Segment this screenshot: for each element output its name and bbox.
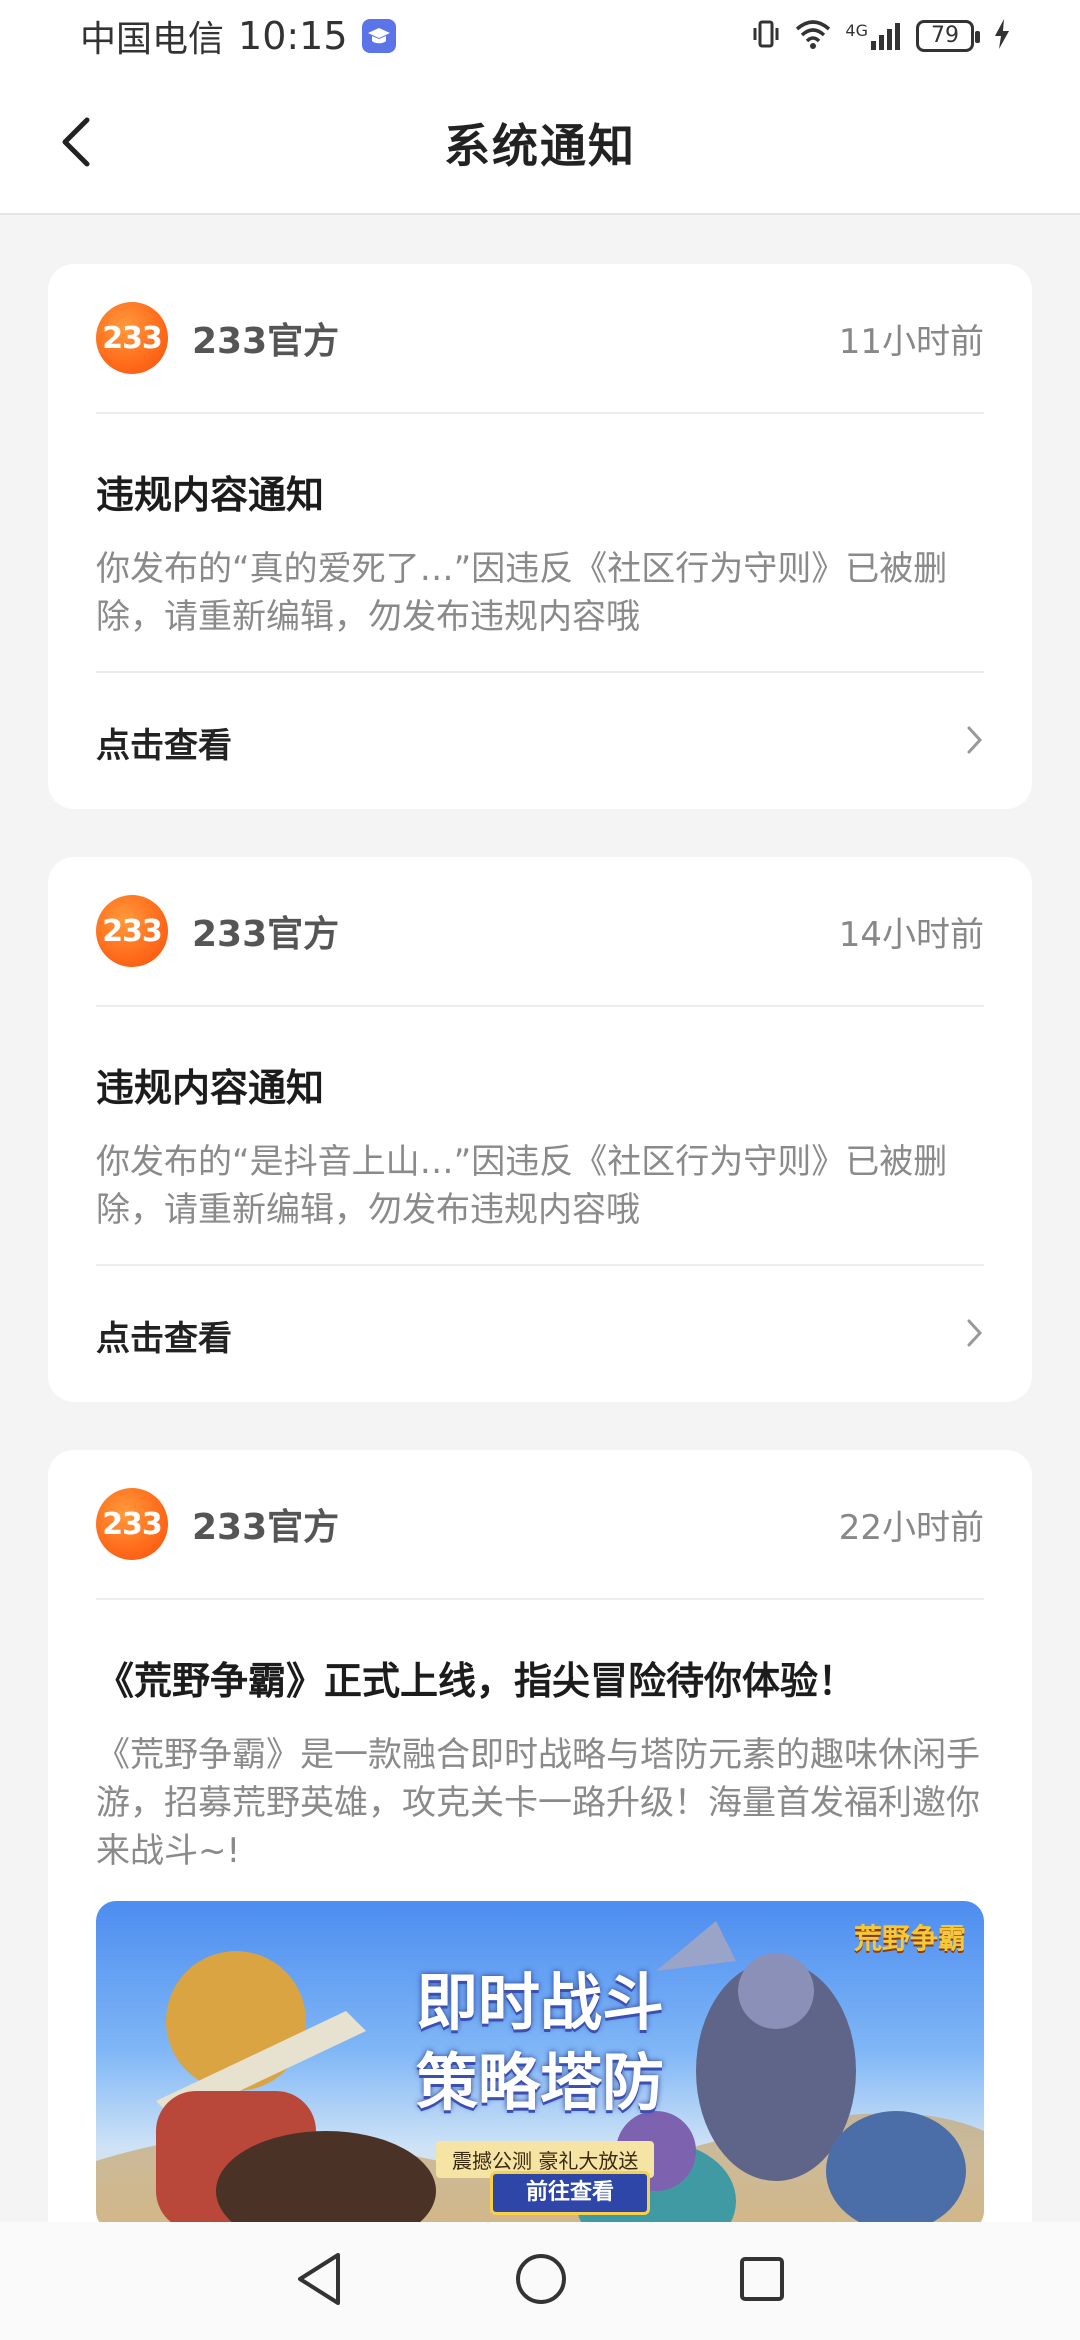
chevron-right-icon [966,1318,984,1352]
notification-card[interactable]: 233 233官方 22小时前 《荒野争霸》正式上线，指尖冒险待你体验！ 《荒野… [48,1450,1032,2270]
timestamp: 11小时前 [838,321,984,362]
notification-body: 你发布的“真的爱死了…”因违反《社区行为守则》已被删除，请重新编辑，勿发布违规内… [96,549,948,637]
card-header: 233 233官方 11小时前 [96,264,984,414]
game-logo: 荒野争霸 [853,1922,966,1955]
status-bar: 中国电信 10:15 4G 79 [0,0,1080,72]
triangle-back-icon[interactable] [294,2251,344,2311]
view-details-label: 点击查看 [96,1318,232,1359]
system-navigation-bar [0,2222,1080,2340]
sender-name: 233官方 [192,914,340,955]
notification-card[interactable]: 233 233官方 11小时前 违规内容通知 你发布的“真的爱死了…”因违反《社… [48,264,1032,809]
view-details-row[interactable]: 点击查看 [96,671,984,811]
charging-bolt-icon [994,19,1010,53]
signal-icon: 4G [845,21,902,51]
square-recents-icon[interactable] [738,2255,786,2307]
back-button[interactable] [44,110,108,174]
page-title: 系统通知 [444,118,636,173]
banner-title: 即时战斗 策略塔防 [96,1963,984,2123]
banner-title-line: 即时战斗 [415,1966,664,2039]
sender-name: 233官方 [192,321,340,362]
card-header: 233 233官方 14小时前 [96,857,984,1007]
notification-title: 《荒野争霸》正式上线，指尖冒险待你体验！ [96,1659,857,1703]
clock: 10:15 [238,14,348,58]
banner-view-button[interactable]: 前往查看 [490,2171,650,2215]
avatar: 233 [96,302,168,374]
carrier-label: 中国电信 [80,19,225,60]
circle-home-icon[interactable] [514,2252,568,2310]
battery-indicator: 79 [916,20,980,52]
vibrate-icon [751,18,781,54]
notification-body: 你发布的“是抖音上山…”因违反《社区行为守则》已被删除，请重新编辑，勿发布违规内… [96,1142,948,1230]
notification-title: 违规内容通知 [96,1066,325,1110]
view-details-label: 点击查看 [96,725,232,766]
network-type-label: 4G [845,21,868,40]
game-banner-image[interactable]: 即时战斗 策略塔防 震撼公测 豪礼大放送 前往查看 荒野争霸 [96,1901,984,2231]
header: 系统通知 [0,72,1080,215]
chevron-right-icon [966,725,984,759]
avatar: 233 [96,895,168,967]
notification-title: 违规内容通知 [96,473,325,517]
card-header: 233 233官方 22小时前 [96,1450,984,1600]
avatar: 233 [96,1488,168,1560]
chevron-left-icon [62,117,90,167]
timestamp: 14小时前 [838,914,984,955]
wifi-icon [795,19,831,53]
banner-title-line: 策略塔防 [415,2046,664,2119]
view-details-row[interactable]: 点击查看 [96,1264,984,1404]
notification-card[interactable]: 233 233官方 14小时前 违规内容通知 你发布的“是抖音上山…”因违反《社… [48,857,1032,1402]
sender-name: 233官方 [192,1507,340,1548]
graduation-cap-icon [361,19,396,53]
notification-body: 《荒野争霸》是一款融合即时战略与塔防元素的趣味休闲手游，招募荒野英雄，攻克关卡一… [96,1735,980,1871]
timestamp: 22小时前 [838,1507,984,1548]
